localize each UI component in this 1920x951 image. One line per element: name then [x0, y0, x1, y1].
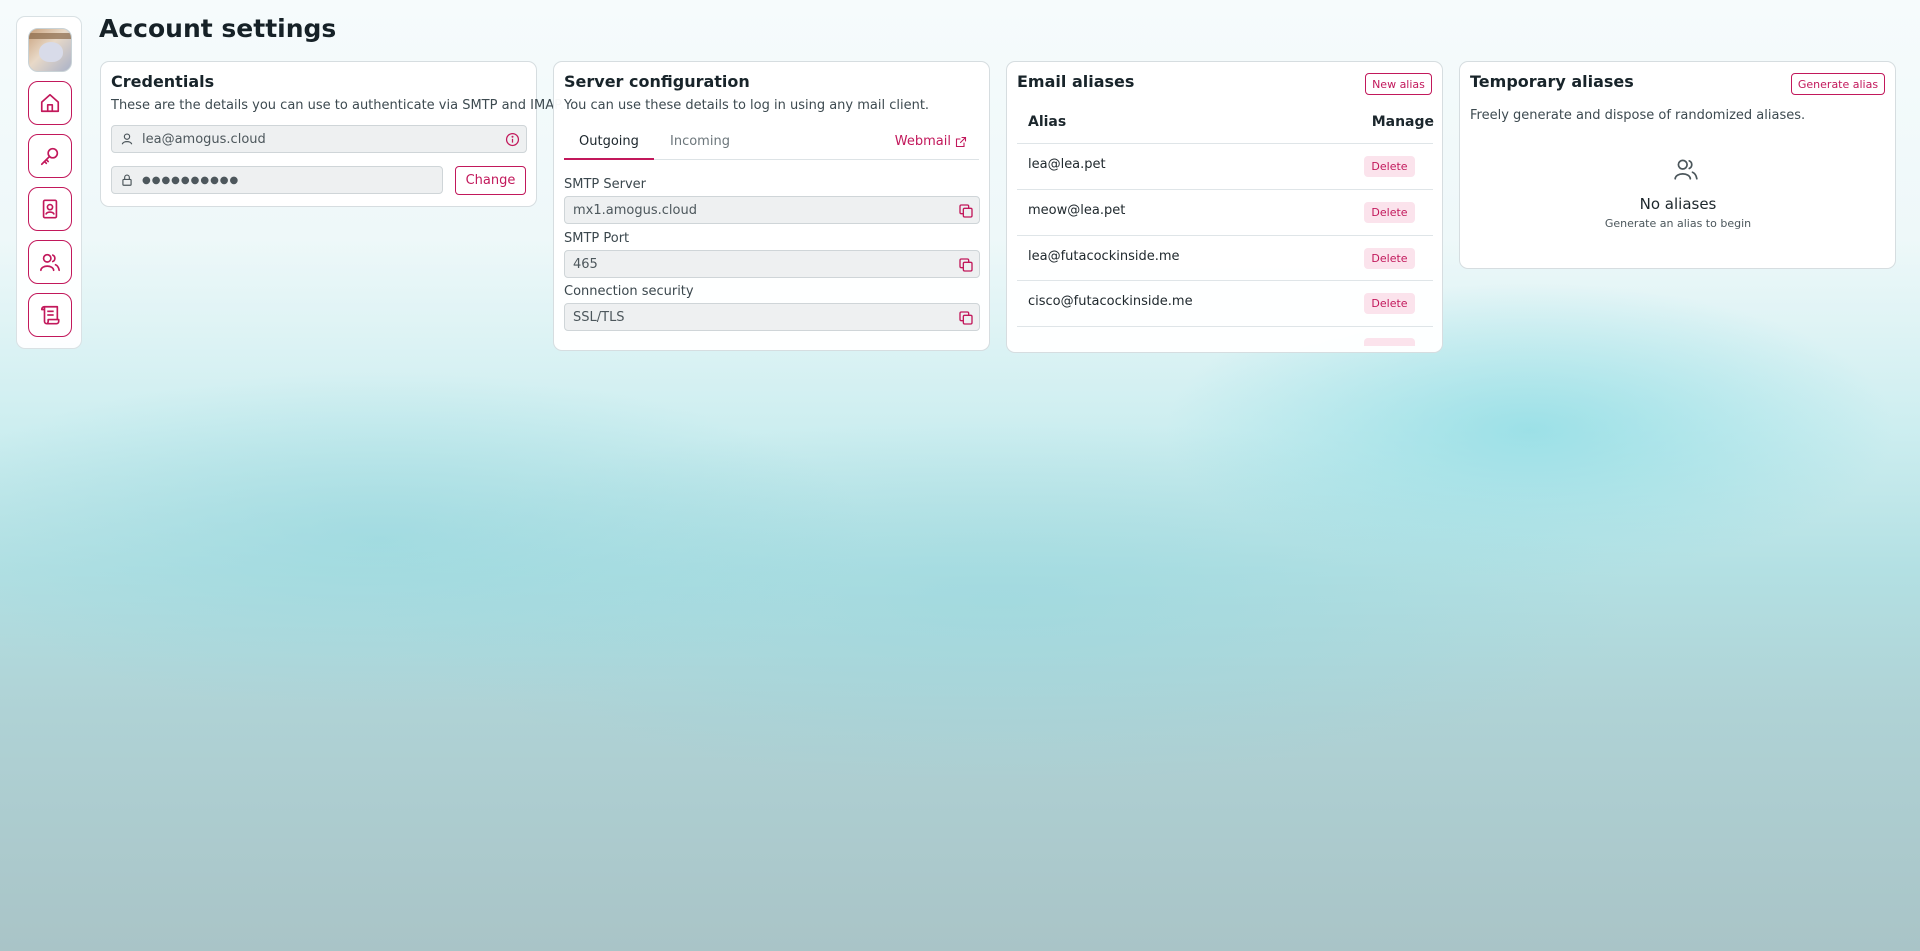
- password-field[interactable]: ●●●●●●●●●●: [111, 166, 443, 194]
- table-row: lea@futacockinside.me Delete: [1017, 235, 1433, 280]
- webmail-link[interactable]: Webmail: [895, 134, 967, 149]
- sidebar-item-home[interactable]: [28, 81, 72, 125]
- home-icon: [40, 93, 60, 113]
- delete-alias-button[interactable]: Delete: [1364, 293, 1415, 314]
- smtp-port-field[interactable]: 465: [564, 250, 980, 278]
- connection-security-value: SSL/TLS: [573, 309, 625, 325]
- scroll-icon: [40, 305, 60, 325]
- active-tab-indicator: [564, 158, 654, 160]
- alias-address: lea@lea.pet: [1028, 157, 1106, 172]
- temporary-aliases-title: Temporary aliases: [1470, 72, 1634, 91]
- table-row: meow@lea.pet Delete: [1017, 189, 1433, 234]
- delete-alias-button[interactable]: Delete: [1364, 202, 1415, 223]
- credentials-description: These are the details you can use to aut…: [111, 98, 565, 113]
- alias-column-header: Alias: [1028, 114, 1067, 130]
- generate-alias-button[interactable]: Generate alias: [1791, 73, 1885, 95]
- email-aliases-card: Email aliases New alias Alias Manage lea…: [1006, 61, 1443, 353]
- users-icon: [1674, 159, 1698, 180]
- alias-address: meow@lea.pet: [1028, 203, 1126, 218]
- manage-column-header: Manage: [1371, 114, 1434, 130]
- tab-outgoing[interactable]: Outgoing: [579, 134, 639, 149]
- copy-icon[interactable]: [958, 257, 974, 273]
- email-value: lea@amogus.cloud: [142, 131, 266, 147]
- sidebar-item-contacts[interactable]: [28, 187, 72, 231]
- new-alias-button[interactable]: New alias: [1365, 73, 1432, 95]
- server-config-title: Server configuration: [564, 72, 750, 91]
- smtp-port-label: SMTP Port: [564, 231, 630, 246]
- copy-icon[interactable]: [958, 203, 974, 219]
- smtp-server-value: mx1.amogus.cloud: [573, 202, 697, 218]
- empty-state-title: No aliases: [1639, 195, 1717, 213]
- smtp-port-value: 465: [573, 256, 598, 272]
- delete-alias-button[interactable]: Delete: [1364, 156, 1415, 177]
- users-icon: [40, 253, 60, 272]
- sidebar: [16, 16, 82, 349]
- sidebar-item-logs[interactable]: [28, 293, 72, 337]
- user-icon: [120, 132, 134, 146]
- alias-address: cisco@futacockinside.me: [1028, 294, 1193, 309]
- table-row: lea@lea.pet Delete: [1017, 143, 1433, 188]
- avatar[interactable]: [28, 28, 72, 72]
- server-config-description: You can use these details to log in usin…: [564, 98, 930, 113]
- external-link-icon: [955, 136, 967, 147]
- email-field[interactable]: lea@amogus.cloud: [111, 125, 527, 153]
- key-icon: [40, 147, 59, 166]
- connection-security-label: Connection security: [564, 284, 694, 299]
- credentials-card: Credentials These are the details you ca…: [100, 61, 564, 207]
- tab-incoming[interactable]: Incoming: [670, 134, 730, 149]
- connection-security-field[interactable]: SSL/TLS: [564, 303, 980, 331]
- server-config-card: Server configuration You can use these d…: [553, 61, 990, 351]
- delete-alias-button[interactable]: Delete: [1364, 248, 1415, 269]
- empty-state-subtitle: Generate an alias to begin: [1604, 217, 1752, 230]
- table-row-partial: [1017, 326, 1433, 346]
- delete-alias-button-partial[interactable]: [1364, 338, 1415, 346]
- info-icon[interactable]: [505, 132, 520, 147]
- temporary-aliases-card: Temporary aliases Generate alias Freely …: [1459, 61, 1896, 269]
- contact-book-icon: [42, 199, 58, 219]
- smtp-server-label: SMTP Server: [564, 177, 647, 192]
- email-aliases-title: Email aliases: [1017, 72, 1135, 91]
- smtp-server-field[interactable]: mx1.amogus.cloud: [564, 196, 980, 224]
- credentials-title: Credentials: [111, 72, 215, 91]
- sidebar-item-keys[interactable]: [28, 134, 72, 178]
- webmail-label: Webmail: [894, 134, 951, 149]
- page-title: Account settings: [99, 14, 337, 43]
- lock-icon: [120, 173, 134, 187]
- table-row: cisco@futacockinside.me Delete: [1017, 280, 1433, 325]
- change-password-button[interactable]: Change: [455, 166, 526, 195]
- temporary-aliases-description: Freely generate and dispose of randomize…: [1470, 108, 1806, 123]
- alias-address: lea@futacockinside.me: [1028, 249, 1180, 264]
- password-value: ●●●●●●●●●●: [142, 174, 240, 186]
- copy-icon[interactable]: [958, 310, 974, 326]
- sidebar-item-users[interactable]: [28, 240, 72, 284]
